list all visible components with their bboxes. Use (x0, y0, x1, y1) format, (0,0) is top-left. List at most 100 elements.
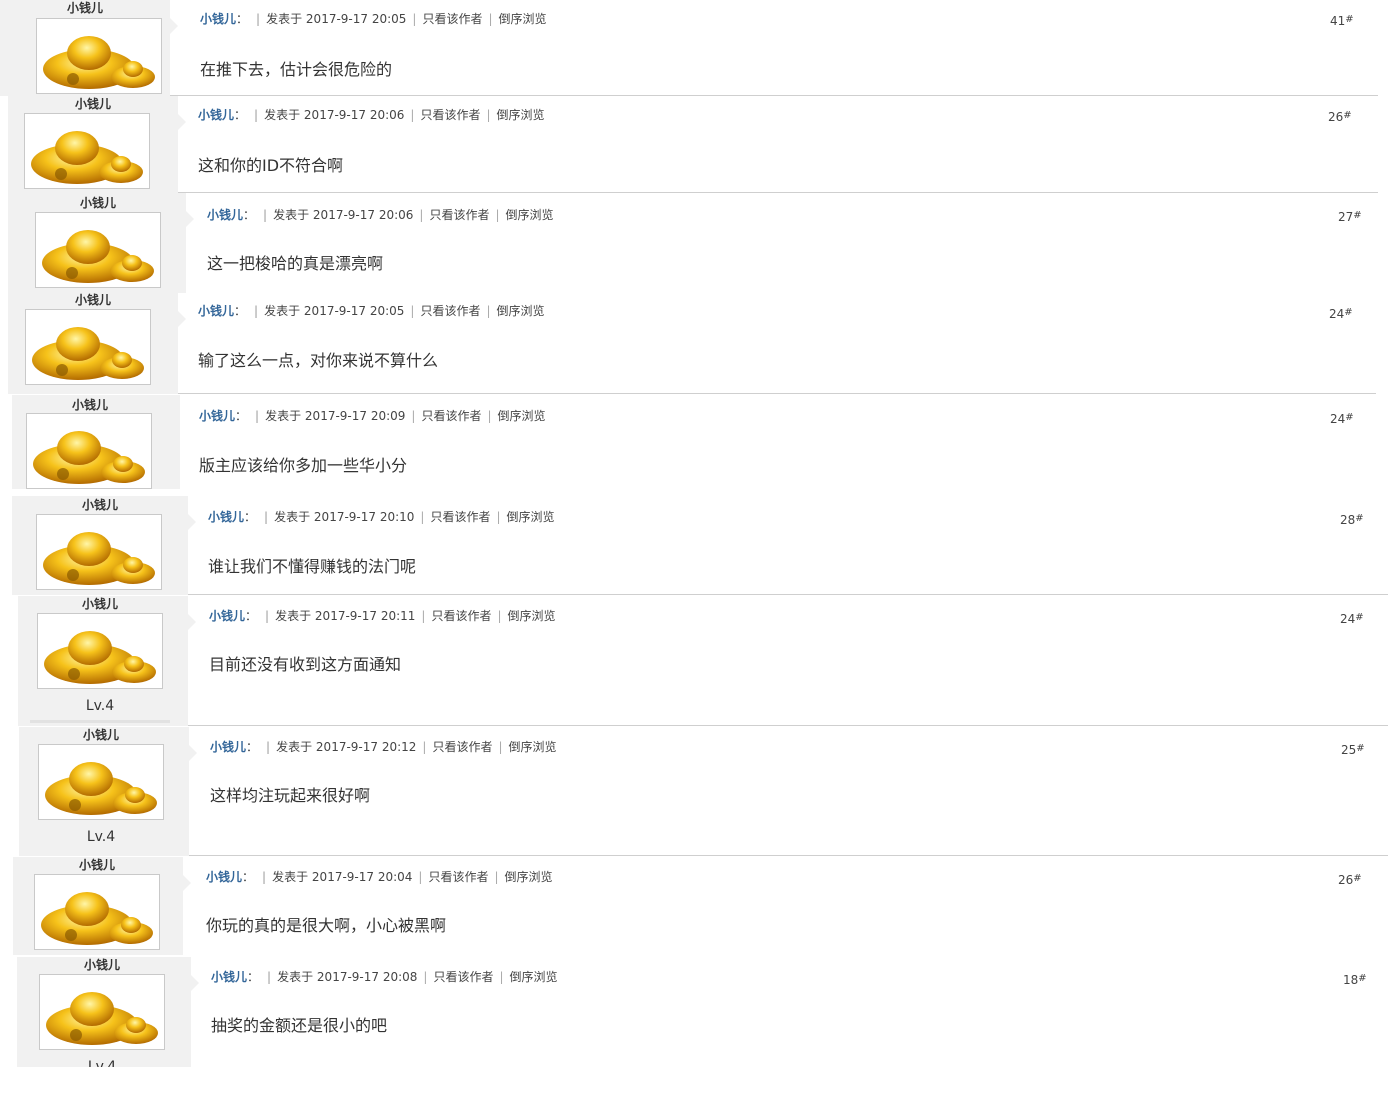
floor-number[interactable]: 24# (1340, 612, 1364, 628)
post-author[interactable]: 小钱儿 (211, 970, 247, 984)
meta-separator: | (487, 409, 492, 423)
reverse-view-link[interactable]: 倒序浏览 (506, 208, 554, 222)
author-colon: ： (242, 870, 255, 884)
post: 小钱儿 小钱儿： | 发表于 2017-9-17 20:06 | 只看该作者 | 倒序浏览 … (8, 96, 1378, 193)
gold-ingot-icon (31, 131, 143, 184)
post-author[interactable]: 小钱儿 (199, 409, 235, 423)
author-name[interactable]: 小钱儿 (8, 196, 188, 210)
meta-separator: | (263, 208, 268, 222)
only-author-link[interactable]: 只看该作者 (428, 870, 488, 884)
author-name[interactable]: 小钱儿 (12, 498, 188, 512)
meta-separator: | (498, 740, 503, 754)
post-author[interactable]: 小钱儿 (209, 609, 245, 623)
sidebar-arrow (170, 18, 178, 34)
author-name[interactable]: 小钱儿 (12, 398, 168, 412)
only-author-link[interactable]: 只看该作者 (420, 304, 480, 318)
only-author-link[interactable]: 只看该作者 (422, 12, 482, 26)
avatar[interactable] (24, 113, 150, 189)
only-author-link[interactable]: 只看该作者 (432, 740, 492, 754)
floor-number[interactable]: 26# (1328, 110, 1352, 126)
reverse-view-link[interactable]: 倒序浏览 (505, 870, 553, 884)
user-level: Lv.4 (85, 698, 115, 714)
author-colon: ： (243, 208, 256, 222)
floor-number[interactable]: 25# (1341, 743, 1365, 759)
meta-separator: | (410, 108, 415, 122)
avatar[interactable] (35, 212, 161, 288)
only-author-link[interactable]: 只看该作者 (433, 970, 493, 984)
floor-number[interactable]: 24# (1330, 412, 1354, 428)
meta-separator: | (418, 870, 423, 884)
level-bar (30, 720, 170, 723)
post: 小钱儿 小钱儿： | 发表于 2017-9-17 20:05 | 只看该作者 | 倒序浏览 … (8, 293, 1376, 394)
avatar[interactable] (36, 514, 162, 590)
post-time: 2017-9-17 20:09 (304, 409, 406, 423)
sidebar-arrow (188, 514, 196, 530)
post-meta: 小钱儿： | 发表于 2017-9-17 20:05 | 只看该作者 | 倒序浏览 (198, 304, 545, 318)
gold-ingot-icon (46, 992, 158, 1045)
avatar[interactable] (25, 309, 151, 385)
author-name[interactable]: 小钱儿 (13, 858, 181, 872)
author-name[interactable]: 小钱儿 (8, 97, 178, 111)
author-name[interactable]: 小钱儿 (18, 597, 182, 611)
avatar[interactable] (38, 744, 164, 820)
post-content: 这和你的ID不符合啊 (198, 156, 344, 175)
floor-number[interactable]: 26# (1338, 873, 1362, 889)
posted-label: 发表于 (274, 510, 311, 524)
post-author[interactable]: 小钱儿 (198, 108, 234, 122)
meta-separator: | (496, 510, 501, 524)
reverse-view-link[interactable]: 倒序浏览 (498, 409, 546, 423)
posted-label: 发表于 (272, 870, 309, 884)
post-time: 2017-9-17 20:06 (303, 108, 405, 122)
only-author-link[interactable]: 只看该作者 (429, 208, 489, 222)
meta-separator: | (421, 609, 426, 623)
floor-number[interactable]: 41# (1330, 14, 1354, 30)
post: 小钱儿 小钱儿： | 发表于 2017-9-17 20:05 | 只看该作者 | 倒序浏览 … (0, 0, 1378, 96)
meta-separator: | (486, 108, 491, 122)
meta-separator: | (267, 970, 272, 984)
floor-number[interactable]: 27# (1338, 210, 1362, 226)
meta-separator: | (411, 409, 416, 423)
reverse-view-link[interactable]: 倒序浏览 (497, 108, 545, 122)
author-name[interactable]: 小钱儿 (8, 293, 178, 307)
only-author-link[interactable]: 只看该作者 (431, 609, 491, 623)
post-author[interactable]: 小钱儿 (200, 12, 236, 26)
sidebar-arrow (178, 311, 186, 327)
avatar[interactable] (34, 874, 160, 950)
author-name[interactable]: 小钱儿 (19, 728, 183, 742)
floor-number[interactable]: 18# (1343, 973, 1367, 989)
only-author-link[interactable]: 只看该作者 (421, 409, 481, 423)
avatar[interactable] (37, 613, 163, 689)
post-author[interactable]: 小钱儿 (207, 208, 243, 222)
avatar[interactable] (26, 413, 152, 489)
post-author[interactable]: 小钱儿 (208, 510, 244, 524)
meta-separator: | (495, 208, 500, 222)
post: 小钱儿 Lv.4 小钱儿： | 发表于 2017-9-17 20:08 | 只看该作者 |… (17, 957, 1388, 1067)
only-author-link[interactable]: 只看该作者 (420, 108, 480, 122)
reverse-view-link[interactable]: 倒序浏览 (499, 12, 547, 26)
posted-label: 发表于 (265, 409, 302, 423)
reverse-view-link[interactable]: 倒序浏览 (497, 304, 545, 318)
only-author-link[interactable]: 只看该作者 (430, 510, 490, 524)
sidebar-arrow (186, 211, 194, 227)
post-time: 2017-9-17 20:10 (313, 510, 415, 524)
gold-ingot-icon (33, 431, 145, 484)
post-author[interactable]: 小钱儿 (206, 870, 242, 884)
gold-ingot-icon (45, 762, 157, 815)
floor-number[interactable]: 28# (1340, 513, 1364, 529)
post-author[interactable]: 小钱儿 (198, 304, 234, 318)
post-time: 2017-9-17 20:05 (305, 12, 407, 26)
reverse-view-link[interactable]: 倒序浏览 (509, 740, 557, 754)
gold-ingot-icon (32, 327, 144, 380)
avatar[interactable] (36, 18, 162, 94)
meta-separator: | (422, 740, 427, 754)
reverse-view-link[interactable]: 倒序浏览 (510, 970, 558, 984)
avatar[interactable] (39, 974, 165, 1050)
floor-number[interactable]: 24# (1329, 307, 1353, 323)
author-name[interactable]: 小钱儿 (0, 1, 170, 15)
reverse-view-link[interactable]: 倒序浏览 (507, 510, 555, 524)
post-author[interactable]: 小钱儿 (210, 740, 246, 754)
post: 小钱儿 小钱儿： | 发表于 2017-9-17 20:10 | 只看该作者 | 倒序浏览 … (12, 496, 1388, 595)
posted-label: 发表于 (275, 609, 312, 623)
reverse-view-link[interactable]: 倒序浏览 (508, 609, 556, 623)
author-name[interactable]: 小钱儿 (17, 958, 187, 972)
